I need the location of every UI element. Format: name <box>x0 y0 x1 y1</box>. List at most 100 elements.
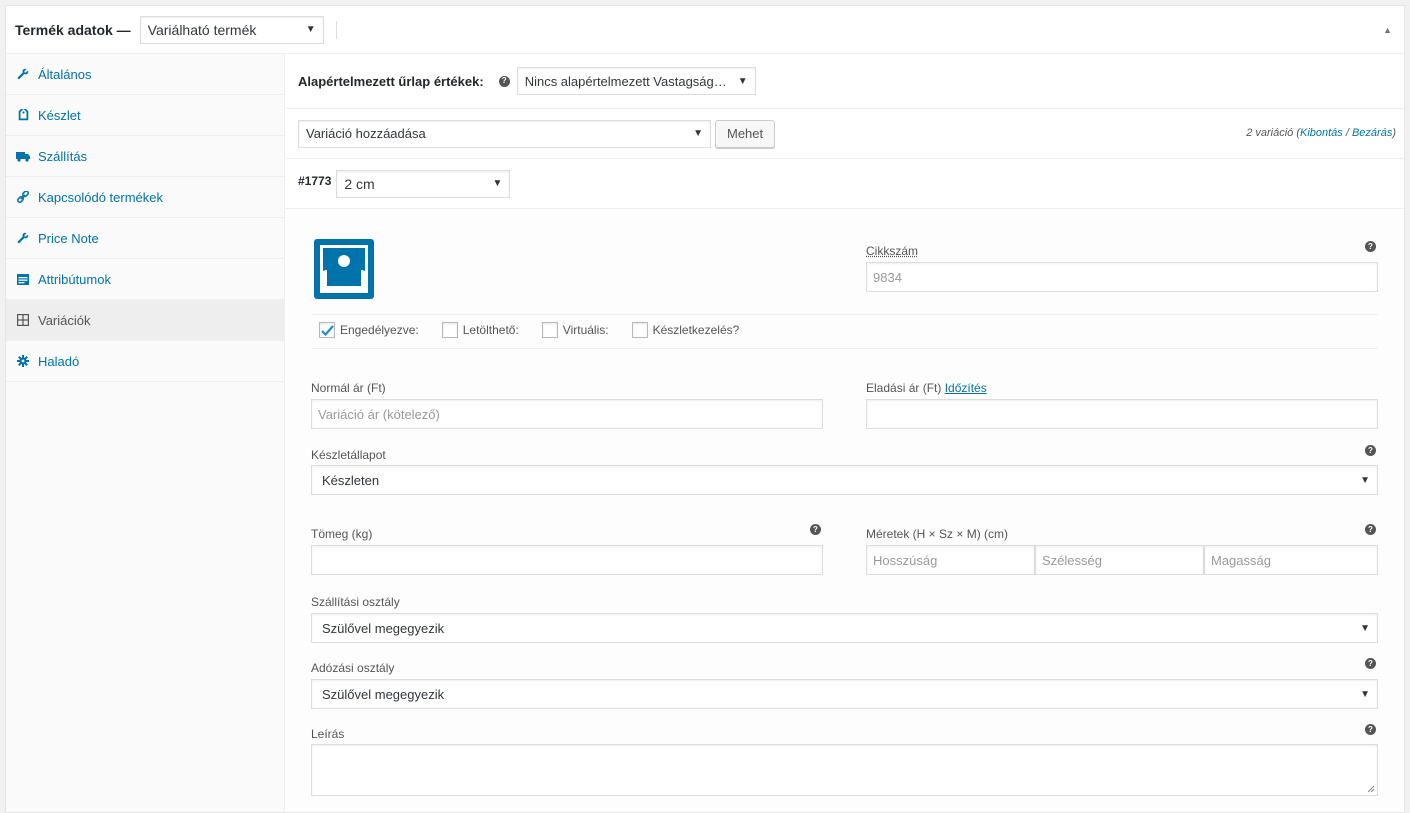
tab-label: Szállítás <box>38 148 88 164</box>
chevron-down-icon: ▼ <box>1360 688 1370 700</box>
regular-price-input[interactable]: Variáció ár (kötelező) <box>311 399 823 429</box>
help-icon[interactable]: ? <box>498 75 510 87</box>
divider <box>311 314 1378 315</box>
stock-status-select[interactable]: Készleten ▼ <box>311 465 1378 495</box>
help-icon[interactable]: ? <box>1365 524 1376 535</box>
header-separator <box>335 20 337 39</box>
link-icon <box>16 190 30 204</box>
tab-attributes[interactable]: Attribútumok <box>6 259 284 300</box>
resize-handle-icon[interactable] <box>1367 785 1375 793</box>
dimensions-label: Méretek (H × Sz × M) (cm) <box>866 527 1009 541</box>
downloadable-option[interactable]: Letölthető: <box>441 322 519 338</box>
tab-general[interactable]: Általános <box>6 54 284 95</box>
product-data-tabs: Általános Készlet Szállítás Kapcsolódó t… <box>6 54 285 812</box>
chevron-down-icon: ▼ <box>737 75 748 87</box>
go-button[interactable]: Mehet <box>715 119 776 148</box>
tag-icon <box>16 108 30 122</box>
close-paren: ) <box>1392 127 1396 139</box>
variation-count-text: 2 variáció ( <box>1246 127 1300 139</box>
stock-status-value: Készleten <box>322 472 380 488</box>
chevron-down-icon: ▼ <box>693 128 703 139</box>
shipping-class-select[interactable]: Szülővel megegyezik ▼ <box>311 613 1378 643</box>
tab-label: Készlet <box>38 107 81 123</box>
divider <box>311 348 1378 349</box>
panel-header: Termék adatok — Variálható termék ▼ ▲ <box>6 6 1404 54</box>
stock-status-label: Készletállapot <box>311 448 386 462</box>
help-icon[interactable]: ? <box>1365 445 1376 456</box>
enabled-checkbox[interactable] <box>319 322 335 338</box>
width-input[interactable]: Szélesség <box>1035 545 1204 575</box>
default-attribute-select[interactable]: Nincs alapértelmezett Vastagság… ▼ <box>516 67 756 95</box>
sale-price-input[interactable] <box>866 399 1378 429</box>
shipping-class-value: Szülővel megegyezik <box>322 620 445 636</box>
product-type-value: Variálható termék <box>147 21 257 38</box>
tax-class-value: Szülővel megegyezik <box>322 686 445 702</box>
tab-advanced[interactable]: Haladó <box>6 341 284 382</box>
tab-label: Attribútumok <box>38 271 111 287</box>
variation-image-upload[interactable] <box>314 239 374 302</box>
gear-icon <box>16 354 30 368</box>
description-label: Leírás <box>311 727 345 741</box>
sku-label: Cikkszám <box>866 244 919 258</box>
virtual-option[interactable]: Virtuális: <box>541 322 609 338</box>
enabled-label: Engedélyezve: <box>340 323 419 337</box>
schedule-link[interactable]: Időzítés <box>945 381 987 395</box>
collapse-all-link[interactable]: Bezárás <box>1352 127 1392 139</box>
enabled-option[interactable]: Engedélyezve: <box>319 322 419 338</box>
tab-shipping[interactable]: Szállítás <box>6 136 284 177</box>
tab-label: Haladó <box>38 353 80 369</box>
default-attribute-value: Nincs alapértelmezett Vastagság… <box>524 73 727 89</box>
tax-class-select[interactable]: Szülővel megegyezik ▼ <box>311 679 1378 709</box>
shipping-class-label: Szállítási osztály <box>311 595 400 609</box>
product-type-select[interactable]: Variálható termék ▼ <box>139 15 324 44</box>
tab-inventory[interactable]: Készlet <box>6 95 284 136</box>
collapse-toggle-icon[interactable]: ▲ <box>1383 25 1392 35</box>
tab-label: Variációk <box>38 312 91 328</box>
tab-label: Általános <box>38 66 92 82</box>
checkmark-icon <box>320 324 334 336</box>
tab-label: Kapcsolódó termékek <box>38 189 164 205</box>
chevron-down-icon: ▼ <box>492 178 503 189</box>
help-icon[interactable]: ? <box>1365 658 1376 669</box>
weight-input[interactable] <box>311 545 823 575</box>
variation-attribute-select[interactable]: 2 cm ▼ <box>336 169 511 198</box>
tab-price-note[interactable]: Price Note <box>6 218 284 259</box>
variation-header-row[interactable]: #1773 2 cm ▼ <box>286 159 1404 209</box>
chevron-down-icon: ▼ <box>1360 622 1370 634</box>
panel-title: Termék adatok — <box>15 21 131 38</box>
help-icon[interactable]: ? <box>1365 241 1376 252</box>
chevron-down-icon: ▼ <box>305 24 316 35</box>
list-icon <box>16 272 30 286</box>
weight-label: Tömeg (kg) <box>311 527 373 541</box>
help-icon[interactable]: ? <box>810 524 821 535</box>
downloadable-label: Letölthető: <box>462 323 519 337</box>
height-input[interactable]: Magasság <box>1204 545 1378 575</box>
product-data-panel: Termék adatok — Variálható termék ▼ ▲ Ál… <box>5 5 1405 813</box>
add-variation-select[interactable]: Variáció hozzáadása ▼ <box>298 119 711 148</box>
variation-body: Cikkszám ? 9834 Engedélyezve: Letölthető… <box>286 211 1404 812</box>
tab-linked-products[interactable]: Kapcsolódó termékek <box>6 177 284 218</box>
expand-all-link[interactable]: Kibontás <box>1300 127 1343 139</box>
description-textarea[interactable] <box>311 744 1378 796</box>
virtual-label: Virtuális: <box>562 323 609 337</box>
tab-variations[interactable]: Variációk <box>6 300 284 341</box>
manage-stock-checkbox[interactable] <box>631 322 648 338</box>
add-variation-row: Variáció hozzáadása ▼ Mehet 2 variáció (… <box>286 109 1404 159</box>
add-variation-value: Variáció hozzáadása <box>306 126 426 141</box>
virtual-checkbox[interactable] <box>541 322 558 338</box>
help-icon[interactable]: ? <box>1365 724 1376 735</box>
manage-stock-option[interactable]: Készletkezelés? <box>631 322 740 338</box>
variation-id: #1773 <box>298 173 332 188</box>
default-form-values-row: Alapértelmezett űrlap értékek: ? Nincs a… <box>286 54 1404 109</box>
variations-panel: Alapértelmezett űrlap értékek: ? Nincs a… <box>286 54 1404 812</box>
sku-input[interactable]: 9834 <box>866 262 1378 292</box>
manage-stock-label: Készletkezelés? <box>652 323 740 337</box>
tax-class-label: Adózási osztály <box>311 661 395 675</box>
wrench-icon <box>16 231 30 245</box>
variation-count: 2 variáció (Kibontás / Bezárás) <box>1246 127 1396 139</box>
slash-separator: / <box>1342 127 1352 139</box>
downloadable-checkbox[interactable] <box>441 322 458 338</box>
regular-price-label: Normál ár (Ft) <box>311 381 386 395</box>
length-input[interactable]: Hosszúság <box>866 545 1035 575</box>
wrench-icon <box>16 67 30 81</box>
